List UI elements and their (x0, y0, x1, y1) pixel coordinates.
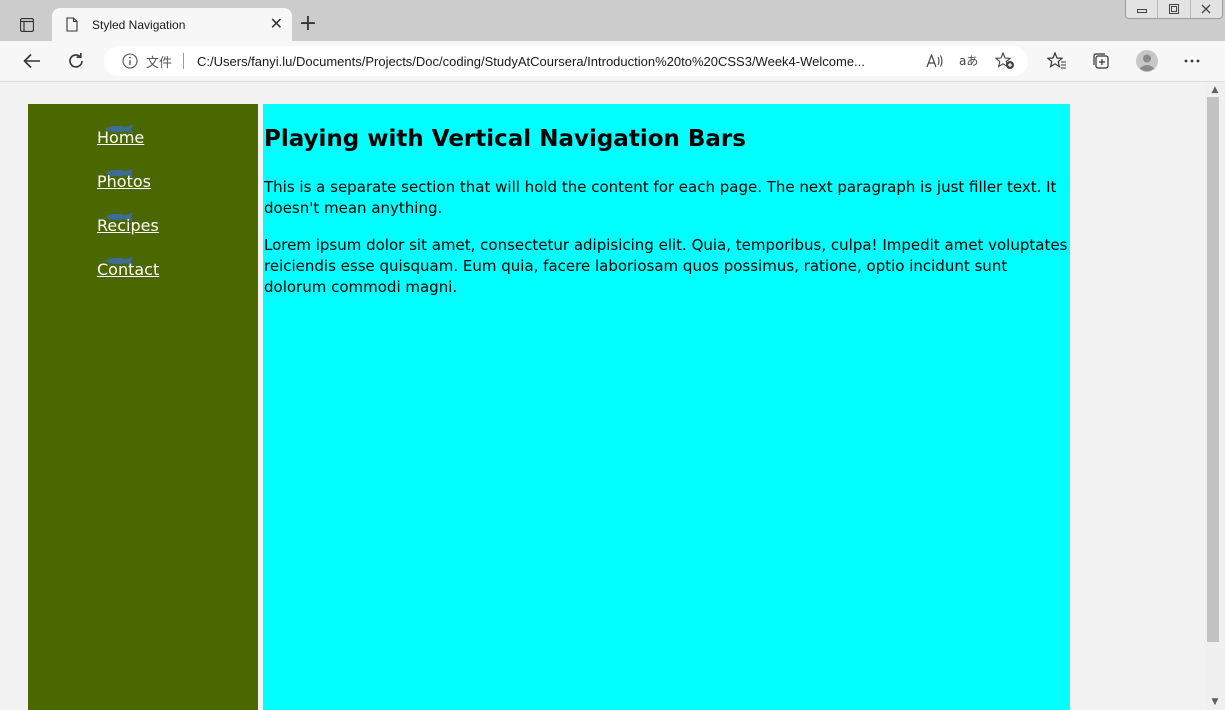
reload-button[interactable] (62, 47, 90, 75)
favorites-icon (1047, 52, 1066, 69)
tab-title: Styled Navigation (92, 17, 186, 32)
intro-paragraph: This is a separate section that will hol… (264, 178, 1057, 217)
close-window-icon (1201, 4, 1211, 14)
nav-link-photos[interactable]: Photos (97, 172, 151, 191)
reload-icon (69, 53, 83, 68)
nav-link-home[interactable]: Home (97, 128, 144, 147)
scroll-up-arrow-icon[interactable]: ▲ (1209, 84, 1221, 96)
scroll-down-arrow-icon[interactable]: ▼ (1209, 696, 1221, 708)
scrollbar-thumb[interactable] (1207, 97, 1219, 642)
info-icon[interactable] (122, 53, 138, 69)
translate-icon[interactable]: aあ (958, 50, 980, 72)
vertical-scrollbar[interactable]: ▲ ▼ (1205, 82, 1225, 710)
content-section: Playing with Vertical Navigation Bars Th… (263, 104, 1070, 710)
favorites-button[interactable] (1043, 47, 1071, 75)
vertical-navigation-bar: Home Photos Recipes Contact (28, 104, 258, 710)
back-button[interactable] (18, 47, 46, 75)
minimize-button[interactable] (1126, 0, 1159, 18)
filler-paragraph: Lorem ipsum dolor sit amet, consectetur … (264, 236, 1068, 296)
nav-item-photos: Photos (97, 169, 151, 191)
nav-link-recipes[interactable]: Recipes (97, 216, 159, 235)
svg-text:aあ: aあ (959, 54, 978, 68)
profile-button[interactable] (1133, 47, 1161, 75)
url-text[interactable]: C:/Users/fanyi.lu/Documents/Projects/Doc… (197, 54, 865, 69)
address-bar[interactable]: 文件 C:/Users/fanyi.lu/Documents/Projects/… (104, 46, 1028, 76)
browser-titlebar: Styled Navigation ✕ + (0, 0, 1225, 41)
plus-icon[interactable]: + (296, 12, 320, 36)
close-window-button[interactable] (1191, 0, 1222, 18)
more-menu-button[interactable] (1178, 47, 1206, 75)
page-icon (66, 17, 80, 33)
page-viewport: Home Photos Recipes Contact Playing with… (0, 82, 1205, 710)
address-separator (183, 53, 185, 69)
nav-item-recipes: Recipes (97, 213, 159, 235)
scheme-label: 文件 (146, 55, 173, 71)
back-arrow-icon (23, 53, 40, 69)
add-favorite-icon[interactable] (994, 50, 1016, 72)
sidebar-toggle-icon (20, 18, 34, 32)
restore-icon (1168, 4, 1179, 14)
nav-item-home: Home (97, 125, 144, 147)
collections-button[interactable] (1087, 47, 1115, 75)
read-aloud-icon[interactable] (924, 50, 946, 72)
nav-item-contact: Contact (97, 257, 159, 279)
minimize-icon (1136, 9, 1147, 13)
close-icon[interactable]: ✕ (270, 16, 283, 32)
window-controls (1125, 0, 1223, 19)
more-menu-icon (1184, 59, 1200, 63)
restore-button[interactable] (1158, 0, 1191, 18)
profile-avatar-icon (1136, 50, 1158, 72)
collections-icon (1093, 53, 1109, 69)
tab-actions-button[interactable] (12, 12, 42, 38)
page-title: Playing with Vertical Navigation Bars (264, 126, 746, 152)
browser-tab[interactable]: Styled Navigation ✕ (52, 8, 292, 41)
browser-toolbar: 文件 C:/Users/fanyi.lu/Documents/Projects/… (0, 41, 1225, 82)
nav-link-contact[interactable]: Contact (97, 260, 159, 279)
